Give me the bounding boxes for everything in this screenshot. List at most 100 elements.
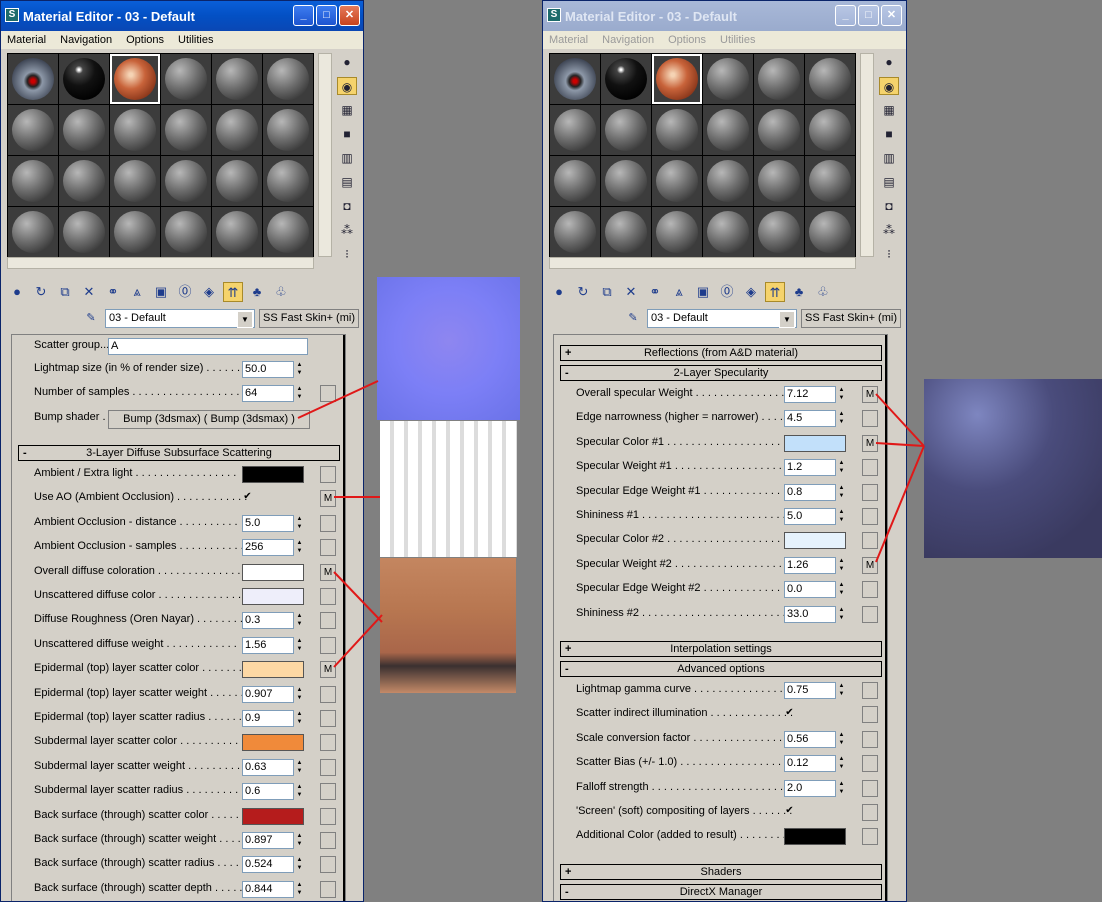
rollout-advanced-options[interactable]: - Advanced options — [560, 661, 882, 677]
make-preview-icon[interactable]: ▤ — [337, 173, 357, 191]
menu-utilities[interactable]: Utilities — [720, 34, 755, 46]
material-sample-slot[interactable] — [212, 54, 262, 104]
param-value-field[interactable]: 256 — [242, 539, 294, 557]
param-value-field[interactable]: 0.12 — [784, 755, 836, 773]
material-sample-slot[interactable] — [263, 105, 313, 155]
material-sample-slot[interactable] — [212, 105, 262, 155]
rollout-3-layer-sss[interactable]: - 3-Layer Diffuse Subsurface Scattering — [18, 445, 340, 461]
material-sample-slot[interactable] — [703, 54, 753, 104]
param-map-button[interactable] — [320, 783, 336, 801]
material-sample-slot[interactable] — [8, 54, 58, 104]
material-sample-slot[interactable] — [161, 207, 211, 257]
pick-material-eyedropper-icon[interactable]: ✎ — [623, 308, 643, 328]
param-color-swatch[interactable] — [242, 563, 304, 581]
param-map-button[interactable]: M — [862, 386, 878, 403]
sample-slots-vertical-scrollbar[interactable] — [860, 53, 874, 257]
material-sample-slot[interactable] — [652, 207, 702, 257]
param-value-field[interactable]: 0.0 — [784, 581, 836, 599]
rollout-2-layer-specularity[interactable]: - 2-Layer Specularity — [560, 365, 882, 381]
param-map-button[interactable] — [862, 706, 878, 724]
param-map-button[interactable] — [320, 710, 336, 727]
material-sample-slot[interactable] — [805, 105, 855, 155]
panel-scrollbar[interactable] — [343, 335, 345, 901]
param-spinner[interactable]: ▲ ▼ — [837, 557, 846, 574]
param-map-button[interactable] — [862, 532, 878, 550]
backlight-icon[interactable]: ◉ — [337, 77, 357, 95]
material-sample-slot[interactable] — [754, 156, 804, 206]
options-icon[interactable]: ◘ — [879, 197, 899, 215]
param-color-swatch[interactable] — [784, 434, 846, 452]
backlight-icon[interactable]: ◉ — [879, 77, 899, 95]
sample-type-icon[interactable]: ● — [879, 53, 899, 71]
param-spinner[interactable]: ▲ ▼ — [295, 759, 304, 776]
material-sample-slot[interactable] — [110, 207, 160, 257]
menu-navigation[interactable]: Navigation — [60, 34, 112, 46]
material-sample-slot[interactable] — [161, 105, 211, 155]
menu-options[interactable]: Options — [668, 34, 706, 46]
material-sample-slot[interactable] — [754, 105, 804, 155]
menu-material[interactable]: Material — [7, 34, 46, 46]
material-id-icon[interactable]: ⓪ — [717, 282, 737, 302]
get-material-icon[interactable]: ● — [549, 282, 569, 302]
material-sample-slot[interactable] — [601, 105, 651, 155]
material-sample-slot[interactable] — [59, 207, 109, 257]
material-map-navigator-icon[interactable]: ⁝ — [879, 245, 899, 263]
menu-options[interactable]: Options — [126, 34, 164, 46]
minimize-button[interactable]: _ — [293, 5, 314, 26]
options-icon[interactable]: ◘ — [337, 197, 357, 215]
material-sample-slot[interactable] — [703, 207, 753, 257]
param-map-button[interactable] — [862, 483, 878, 501]
material-sample-slot[interactable] — [212, 156, 262, 206]
param-spinner[interactable]: ▲ ▼ — [837, 780, 846, 797]
sample-slots-horizontal-scrollbar[interactable] — [549, 257, 856, 269]
param-value-field[interactable]: 0.844 — [242, 880, 294, 898]
maximize-button[interactable]: □ — [316, 5, 337, 26]
param-spinner[interactable]: ▲ ▼ — [295, 612, 304, 629]
param-map-button[interactable] — [320, 514, 336, 532]
param-color-swatch[interactable] — [242, 466, 304, 483]
sample-type-icon[interactable]: ● — [337, 53, 357, 71]
material-sample-slot[interactable] — [263, 207, 313, 257]
minimize-button[interactable]: _ — [835, 5, 856, 26]
get-material-icon[interactable]: ● — [7, 282, 27, 302]
select-by-material-icon[interactable]: ⁂ — [879, 221, 899, 239]
param-spinner[interactable]: ▲ ▼ — [295, 710, 304, 727]
param-map-button[interactable] — [862, 804, 878, 821]
param-map-button[interactable] — [862, 581, 878, 599]
param-value-field[interactable]: 5.0 — [242, 514, 294, 532]
select-by-material-icon[interactable]: ⁂ — [337, 221, 357, 239]
param-value-field[interactable]: 4.5 — [784, 410, 836, 428]
param-spinner[interactable]: ▲ ▼ — [295, 539, 304, 556]
param-spinner[interactable]: ▲ ▼ — [295, 637, 304, 654]
param-spinner[interactable]: ▲ ▼ — [295, 515, 304, 532]
param-map-button[interactable] — [862, 755, 878, 773]
material-sample-slot[interactable] — [161, 54, 211, 104]
material-sample-slot[interactable] — [652, 54, 702, 104]
scatter-group-field[interactable]: A — [108, 338, 308, 355]
param-color-swatch[interactable] — [242, 734, 304, 752]
param-value-field[interactable]: 0.63 — [242, 758, 294, 776]
sample-slots-horizontal-scrollbar[interactable] — [7, 257, 314, 269]
material-map-navigator-icon[interactable]: ⁝ — [337, 245, 357, 263]
material-sample-slot[interactable] — [550, 105, 600, 155]
material-sample-slot[interactable] — [703, 156, 753, 206]
close-button[interactable]: ✕ — [339, 5, 360, 26]
material-sample-slot[interactable] — [212, 207, 262, 257]
param-map-button[interactable]: M — [320, 490, 336, 508]
param-map-button[interactable] — [320, 612, 336, 630]
param-checkbox[interactable]: ✔ — [784, 708, 795, 719]
go-forward-to-sibling-icon[interactable]: ♧ — [813, 282, 833, 302]
background-checker-icon[interactable]: ▦ — [337, 101, 357, 119]
param-value-field[interactable]: 0.75 — [784, 682, 836, 699]
param-map-button[interactable] — [320, 539, 336, 557]
param-spinner[interactable]: ▲ ▼ — [837, 581, 846, 598]
param-value-field[interactable]: 2.0 — [784, 779, 836, 797]
background-checker-icon[interactable]: ▦ — [879, 101, 899, 119]
material-sample-slot[interactable] — [805, 207, 855, 257]
pick-material-eyedropper-icon[interactable]: ✎ — [81, 308, 101, 328]
param-map-button[interactable] — [862, 508, 878, 525]
material-sample-slot[interactable] — [550, 156, 600, 206]
rollout-interpolation[interactable]: + Interpolation settings — [560, 641, 882, 657]
param-value-field[interactable]: 1.56 — [242, 636, 294, 654]
material-sample-slot[interactable] — [754, 54, 804, 104]
